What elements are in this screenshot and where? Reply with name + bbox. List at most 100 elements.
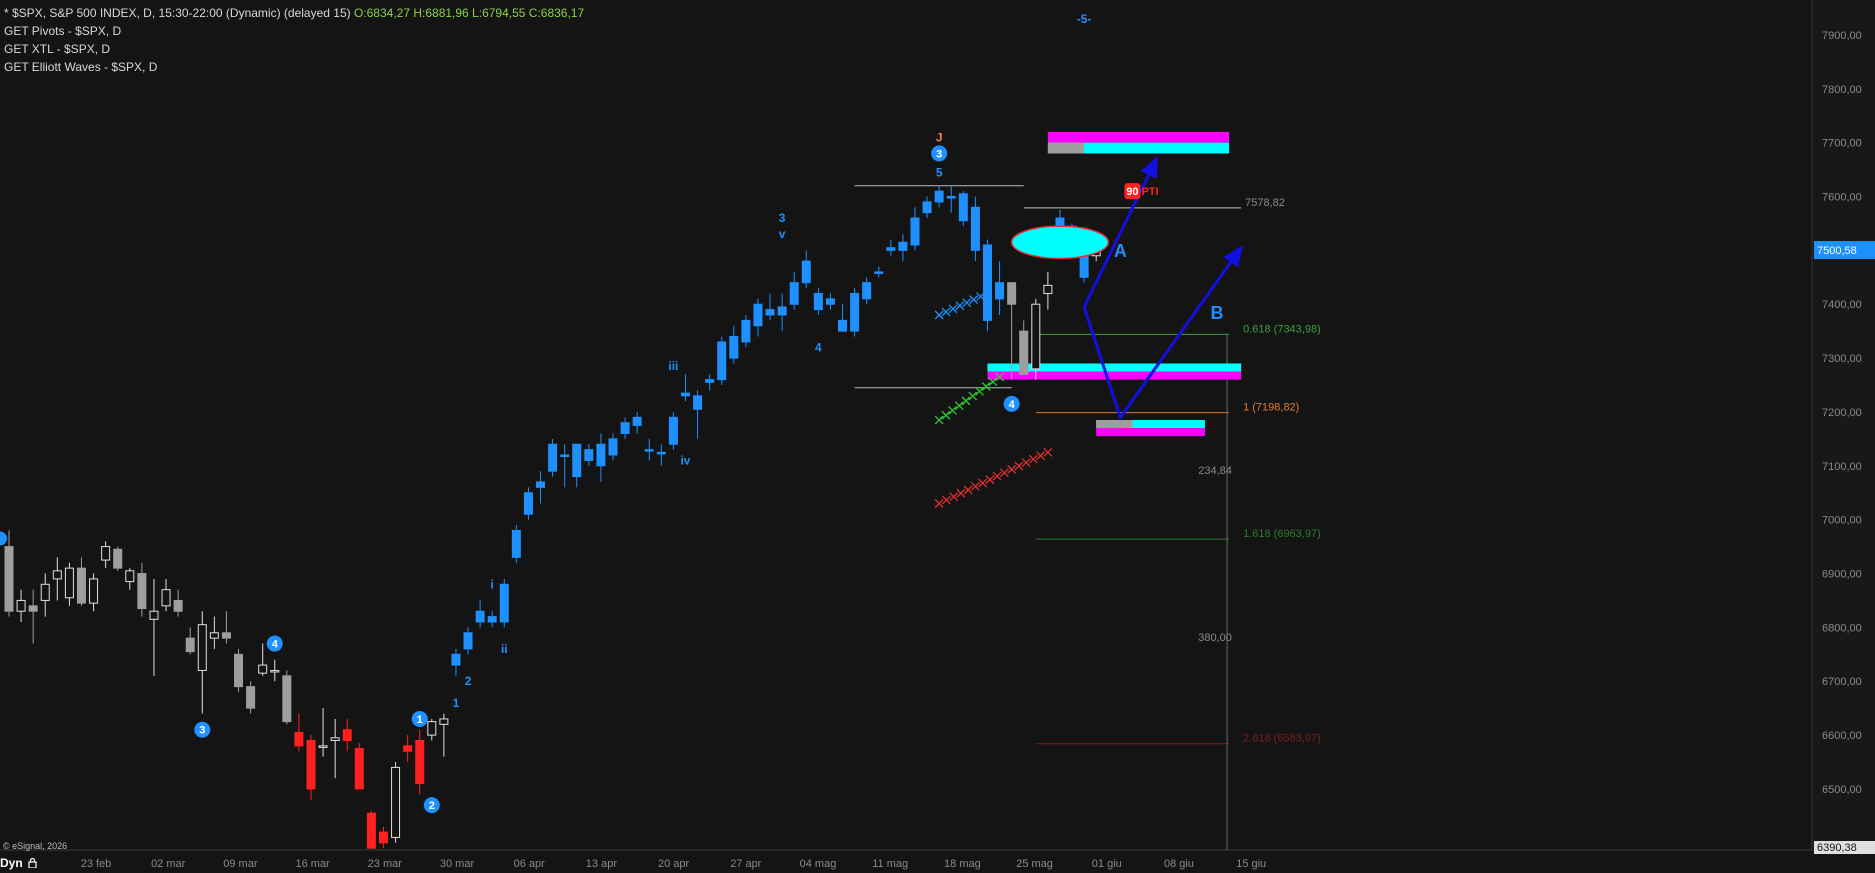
- candle-body[interactable]: [862, 282, 872, 300]
- candle-body[interactable]: [16, 599, 26, 612]
- study-pivots[interactable]: GET Pivots - $SPX, D: [4, 22, 584, 40]
- candle-body[interactable]: [52, 570, 62, 580]
- dynamic-mode-button[interactable]: Dyn: [0, 856, 37, 870]
- candle-body[interactable]: [777, 306, 787, 316]
- candle-body[interactable]: [656, 451, 666, 455]
- candle-body[interactable]: [717, 341, 727, 381]
- candle-body[interactable]: [270, 669, 280, 673]
- candle-body[interactable]: [101, 546, 111, 561]
- candle-body[interactable]: [765, 309, 775, 316]
- candle-body[interactable]: [391, 766, 401, 838]
- candle-body[interactable]: [584, 449, 594, 461]
- candle-body[interactable]: [40, 583, 50, 601]
- candle-body[interactable]: [451, 653, 461, 666]
- candle-body[interactable]: [306, 739, 316, 790]
- candle-body[interactable]: [922, 201, 932, 214]
- candle-body[interactable]: [838, 319, 848, 332]
- lock-icon[interactable]: [28, 858, 37, 868]
- candle-body[interactable]: [1007, 282, 1017, 305]
- candle-body[interactable]: [632, 416, 642, 426]
- x-tick-label: 04 mag: [800, 858, 837, 870]
- candle-body[interactable]: [197, 624, 207, 671]
- price-axis[interactable]: [1813, 0, 1875, 850]
- candle-body[interactable]: [789, 282, 799, 305]
- candle-body[interactable]: [113, 548, 123, 569]
- candle-body[interactable]: [910, 217, 920, 246]
- candle-body[interactable]: [125, 570, 135, 583]
- candle-body[interactable]: [330, 737, 340, 741]
- candle-body[interactable]: [294, 731, 304, 747]
- candle-body[interactable]: [850, 292, 860, 332]
- candle-body[interactable]: [246, 686, 256, 709]
- candle-body[interactable]: [258, 664, 268, 674]
- candle-body[interactable]: [427, 721, 437, 736]
- candle-body[interactable]: [173, 599, 183, 612]
- candle-body[interactable]: [572, 443, 582, 478]
- study-xtl[interactable]: GET XTL - $SPX, D: [4, 40, 584, 58]
- candle-body[interactable]: [137, 573, 147, 610]
- candle-body[interactable]: [511, 529, 521, 558]
- candle-body[interactable]: [874, 271, 884, 274]
- candle-body[interactable]: [729, 336, 739, 359]
- candle-body[interactable]: [644, 449, 654, 452]
- candle-body[interactable]: [354, 748, 364, 790]
- candle-body[interactable]: [475, 610, 485, 623]
- candle-body[interactable]: [415, 739, 425, 785]
- candle-body[interactable]: [620, 422, 630, 434]
- candle-body[interactable]: [403, 745, 413, 752]
- candle-body[interactable]: [596, 443, 606, 467]
- candle-body[interactable]: [886, 247, 896, 251]
- candle-body[interactable]: [1043, 284, 1053, 294]
- candle-body[interactable]: [209, 632, 219, 639]
- candle-body[interactable]: [536, 481, 546, 488]
- y-tick-label: 6900,00: [1822, 569, 1862, 581]
- candle-body[interactable]: [318, 745, 328, 748]
- candle-body[interactable]: [946, 196, 956, 199]
- candle-body[interactable]: [282, 675, 292, 723]
- candle-body[interactable]: [982, 244, 992, 321]
- candle-body[interactable]: [753, 303, 763, 327]
- candle-body[interactable]: [548, 443, 558, 472]
- candle-body[interactable]: [342, 729, 352, 741]
- candle-body[interactable]: [89, 578, 99, 604]
- candle-body[interactable]: [680, 392, 690, 397]
- candle-body[interactable]: [234, 653, 244, 688]
- candle-body[interactable]: [560, 454, 570, 458]
- candle-body[interactable]: [1031, 303, 1041, 370]
- x-tick-label: 02 mar: [151, 858, 186, 870]
- candle-body[interactable]: [487, 616, 497, 623]
- candle-body[interactable]: [64, 567, 74, 599]
- symbol-title[interactable]: * $SPX, S&P 500 INDEX, D, 15:30-22:00 (D…: [4, 6, 351, 20]
- candle-body[interactable]: [668, 416, 678, 445]
- candle-body[interactable]: [934, 190, 944, 203]
- candle-body[interactable]: [378, 831, 388, 844]
- candle-body[interactable]: [741, 319, 751, 343]
- candle-body[interactable]: [813, 292, 823, 311]
- candle-body[interactable]: [161, 589, 171, 607]
- candle-body[interactable]: [523, 492, 533, 515]
- candle-body[interactable]: [705, 379, 715, 383]
- candle-body[interactable]: [4, 546, 14, 612]
- candle-body[interactable]: [366, 812, 376, 849]
- candle-body[interactable]: [995, 282, 1005, 300]
- study-elliott-waves[interactable]: GET Elliott Waves - $SPX, D: [4, 58, 584, 76]
- wave-label: 3: [779, 211, 786, 225]
- candle-body[interactable]: [463, 632, 473, 650]
- candle-body[interactable]: [149, 610, 159, 620]
- price-chart[interactable]: 7900,007800,007700,007600,007500,007400,…: [0, 0, 1875, 873]
- candle-body[interactable]: [499, 583, 509, 623]
- candle-body[interactable]: [970, 206, 980, 251]
- candle-body[interactable]: [801, 260, 811, 284]
- candle-body[interactable]: [898, 241, 908, 251]
- candle-body[interactable]: [693, 395, 703, 410]
- candle-body[interactable]: [608, 438, 618, 456]
- candle-body[interactable]: [825, 298, 835, 305]
- y-tick-label: 6700,00: [1822, 676, 1862, 688]
- candle-body[interactable]: [439, 718, 449, 725]
- candle-body[interactable]: [76, 567, 86, 604]
- candle-body[interactable]: [1019, 330, 1029, 375]
- candle-body[interactable]: [185, 637, 195, 653]
- candle-body[interactable]: [28, 605, 38, 612]
- candle-body[interactable]: [958, 193, 968, 222]
- candle-body[interactable]: [221, 632, 231, 639]
